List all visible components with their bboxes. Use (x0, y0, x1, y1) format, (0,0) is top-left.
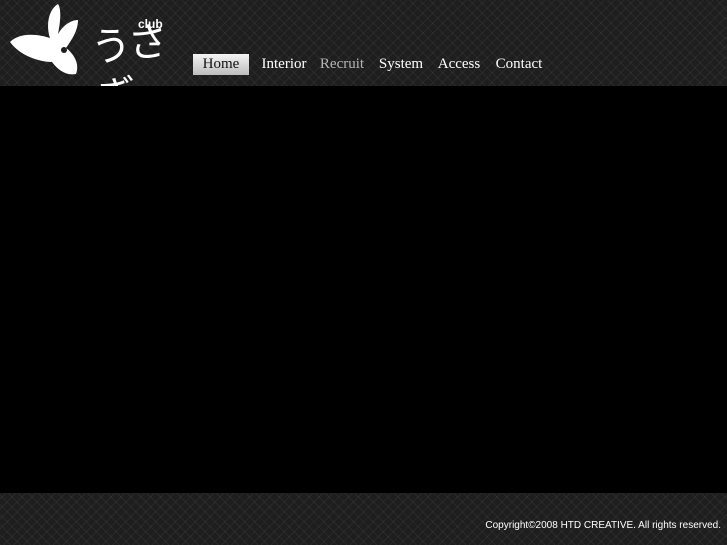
site-logo[interactable]: club うさぎ (8, 2, 183, 122)
nav-home[interactable]: Home (193, 54, 249, 75)
copyright-text: Copyright©2008 HTD CREATIVE. All rights … (485, 520, 721, 531)
nav-access[interactable]: Access (435, 54, 483, 75)
nav-interior[interactable]: Interior (253, 54, 315, 75)
rabbit-icon (10, 4, 78, 75)
nav-recruit[interactable]: Recruit (315, 54, 369, 75)
main-content-area (0, 86, 727, 493)
nav-contact[interactable]: Contact (491, 54, 547, 75)
site-footer: Copyright©2008 HTD CREATIVE. All rights … (0, 493, 727, 545)
site-header: club うさぎ Home Interior Recruit System Ac… (0, 0, 727, 122)
nav-system[interactable]: System (375, 54, 427, 75)
